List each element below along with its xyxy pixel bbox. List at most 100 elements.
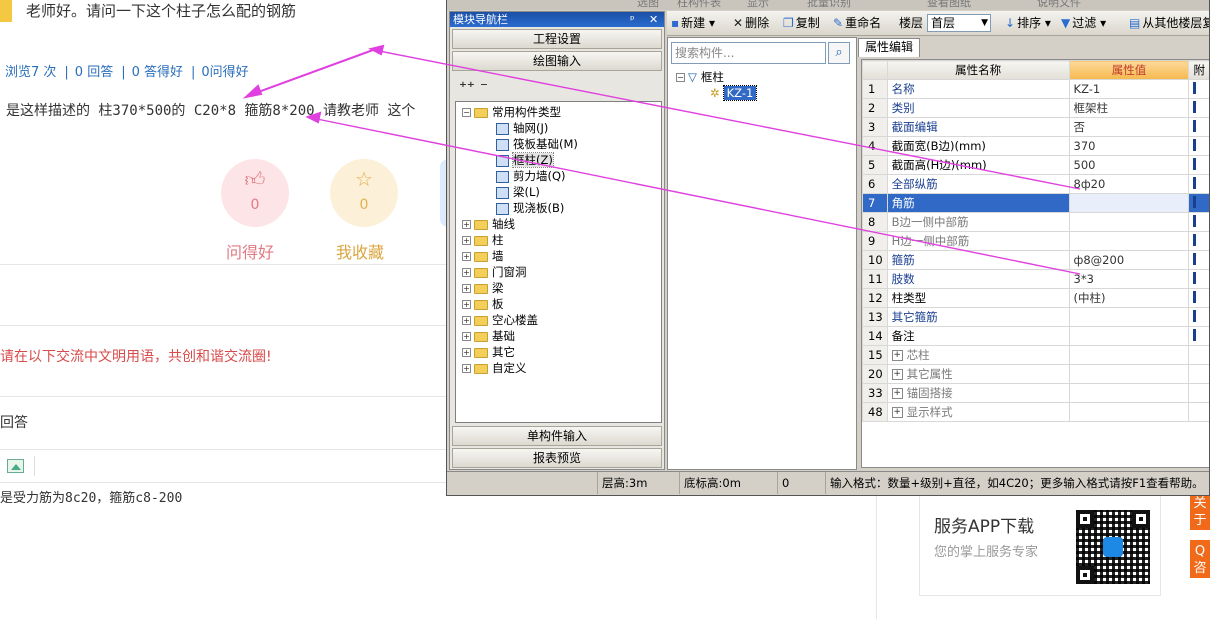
property-attach[interactable] [1188,98,1209,118]
expand-icon[interactable]: + [891,407,903,418]
property-attach[interactable] [1188,193,1209,213]
property-row[interactable]: 4 截面宽(B边)(mm) 370 [862,136,1209,156]
tree-folder[interactable]: + 板 [462,296,504,312]
insert-image-icon[interactable] [7,459,24,473]
stat-good-answers[interactable]: 0 答得好 [132,65,183,80]
tree-folder[interactable]: + 柱 [462,232,504,248]
stat-good-questions[interactable]: 0问得好 [201,65,248,80]
property-row[interactable]: 14 备注 [862,326,1209,346]
tree-folder[interactable]: + 自定义 [462,360,527,376]
property-value[interactable]: (中柱) [1068,288,1190,308]
tree-folder[interactable]: + 门窗洞 [462,264,527,280]
property-value[interactable]: 370 [1068,136,1190,156]
search-input[interactable]: 搜索构件... [671,42,826,64]
expand-icon[interactable]: + [462,316,471,325]
property-value[interactable] [1068,307,1190,327]
side-consult-button[interactable]: Q咨 [1190,540,1210,578]
expand-icon[interactable]: + [462,252,471,261]
property-attach[interactable] [1188,269,1209,289]
property-value[interactable]: 500 [1068,155,1190,175]
property-row[interactable]: 33 + 锚固搭接 [862,383,1209,403]
property-value[interactable] [1068,364,1190,384]
property-row[interactable]: 3 截面编辑否 [862,117,1209,137]
property-attach[interactable] [1188,402,1209,422]
expand-icon[interactable]: + [462,236,471,245]
floor-select[interactable]: 首层 ▼ [927,14,991,32]
property-value[interactable] [1068,402,1190,422]
expand-icon[interactable]: + [462,364,471,373]
property-attach[interactable] [1188,136,1209,156]
tree-item[interactable]: 筏板基础(M) [496,136,578,152]
tree-item[interactable]: 框柱(Z) [496,152,554,168]
tree-item[interactable]: 轴网(J) [496,120,548,136]
collapse-icon[interactable]: − [462,108,471,117]
delete-button[interactable]: ✕ 删除 [733,11,769,35]
property-row[interactable]: 7 角筋 [862,193,1209,213]
property-row[interactable]: 5 截面高(H边)(mm) 500 [862,155,1209,175]
expand-all-icon[interactable]: ⁺⁺ ⁻ [459,78,488,96]
tree-folder[interactable]: + 空心楼盖 [462,312,538,328]
filter-button[interactable]: ▼ 过滤 ▾ [1061,11,1106,35]
property-value[interactable] [1068,212,1190,232]
property-attach[interactable] [1188,288,1209,308]
nav-btn-single-component[interactable]: 单构件输入 [452,426,662,446]
close-icon[interactable]: ✕ [649,12,658,27]
property-value[interactable] [1068,383,1190,403]
component-group[interactable]: − ▽ 框柱 [676,69,724,85]
property-row[interactable]: 10 箍筋 ф8@200 [862,250,1209,270]
sort-button[interactable]: ↓ 排序 ▾ [1005,11,1051,35]
property-row[interactable]: 9 H边一侧中部筋 [862,231,1209,251]
property-value[interactable]: 否 [1068,117,1190,137]
property-value[interactable]: KZ-1 [1068,79,1190,99]
expand-icon[interactable]: + [462,332,471,341]
expand-icon[interactable]: + [462,348,471,357]
property-value[interactable]: 8ф20 [1068,174,1190,194]
expand-icon[interactable]: + [891,350,903,361]
property-attach[interactable] [1188,79,1209,99]
property-value[interactable]: 框架柱 [1068,98,1190,118]
nav-btn-drawing-input[interactable]: 绘图输入 [452,51,662,71]
property-attach[interactable] [1188,326,1209,346]
tab-property-edit[interactable]: 属性编辑 [858,38,920,57]
property-value[interactable] [1068,231,1190,251]
property-row[interactable]: 8 B边一侧中部筋 [862,212,1209,232]
property-row[interactable]: 6 全部纵筋 8ф20 [862,174,1209,194]
tree-item[interactable]: 梁(L) [496,184,540,200]
property-attach[interactable] [1188,231,1209,251]
nav-btn-report-preview[interactable]: 报表预览 [452,448,662,468]
copy-from-floor-button[interactable]: ▤ 从其他楼层复 [1129,11,1209,35]
expand-icon[interactable]: + [891,388,903,399]
side-about-button[interactable]: 关于我 [1190,492,1210,545]
copy-button[interactable]: ❐ 复制 [783,11,820,35]
property-value[interactable] [1068,345,1190,365]
property-row[interactable]: 15 + 芯柱 [862,345,1209,365]
collapse-icon[interactable]: − [676,73,685,82]
property-row[interactable]: 1 名称 KZ-1 [862,79,1209,99]
property-attach[interactable] [1188,307,1209,327]
expand-icon[interactable]: + [462,220,471,229]
property-attach[interactable] [1188,117,1209,137]
property-row[interactable]: 11 肢数 3*3 [862,269,1209,289]
property-attach[interactable] [1188,250,1209,270]
tree-folder[interactable]: + 墙 [462,248,504,264]
property-attach[interactable] [1188,212,1209,232]
expand-icon[interactable]: + [891,369,903,380]
property-attach[interactable] [1188,345,1209,365]
property-row[interactable]: 12 柱类型 (中柱) [862,288,1209,308]
favorite-button[interactable]: ☆ 0 [330,159,398,227]
property-attach[interactable] [1188,174,1209,194]
tree-folder[interactable]: + 轴线 [462,216,515,232]
property-row[interactable]: 48 + 显示样式 [862,402,1209,422]
property-value[interactable]: ф8@200 [1068,250,1190,270]
tree-folder[interactable]: + 梁 [462,280,504,296]
property-value[interactable] [1068,193,1190,213]
tree-folder[interactable]: − 常用构件类型 [462,104,561,120]
property-attach[interactable] [1188,364,1209,384]
expand-icon[interactable]: + [462,268,471,277]
property-attach[interactable] [1188,383,1209,403]
property-row[interactable]: 20 + 其它属性 [862,364,1209,384]
new-button[interactable]: ▪ 新建 ▾ [671,11,715,35]
tree-item[interactable]: 现浇板(B) [496,200,564,216]
tree-folder[interactable]: + 基础 [462,328,515,344]
property-value[interactable] [1068,326,1190,346]
